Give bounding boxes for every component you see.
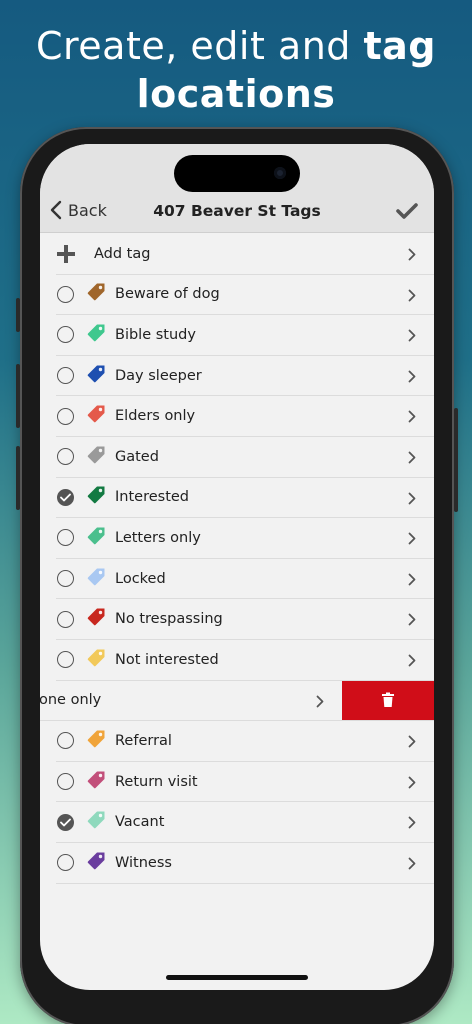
chevron-right-icon — [408, 735, 416, 748]
tag-label: Gated — [115, 448, 159, 465]
tag-row[interactable]: Not interested — [56, 640, 434, 681]
tag-row[interactable]: Letters only — [56, 518, 434, 559]
radio-unchecked[interactable] — [57, 610, 74, 628]
radio-checked[interactable] — [57, 813, 74, 831]
checkmark-icon — [396, 203, 418, 219]
done-button[interactable] — [396, 202, 418, 224]
camera-icon — [274, 167, 286, 179]
tag-row-swiped[interactable]: one only — [40, 680, 434, 722]
phone-volume-up — [16, 364, 20, 428]
promo-line1-bold: tag — [363, 24, 437, 68]
tag-row[interactable]: Beware of dog — [56, 275, 434, 316]
chevron-right-icon — [408, 492, 416, 504]
tag-icon — [87, 852, 105, 870]
chevron-right-icon — [408, 410, 416, 423]
tag-row[interactable]: Interested — [56, 478, 434, 519]
chevron-right-icon — [408, 532, 416, 545]
tag-icon — [87, 365, 105, 382]
chevron-right-icon — [408, 248, 416, 261]
phone-power-button — [454, 408, 458, 512]
radio-unchecked[interactable] — [57, 326, 74, 344]
tag-icon — [87, 568, 105, 585]
chevron-right-icon — [408, 613, 416, 626]
tag-row[interactable]: Return visit — [56, 762, 434, 803]
chevron-right-icon — [408, 857, 416, 870]
radio-unchecked[interactable] — [57, 529, 74, 547]
tag-row[interactable]: Locked — [56, 559, 434, 600]
tag-icon — [87, 608, 105, 626]
add-tag-row[interactable]: Add tag — [56, 234, 434, 275]
radio-unchecked[interactable] — [57, 570, 74, 588]
tag-row[interactable]: Referral — [56, 721, 434, 762]
radio-unchecked[interactable] — [57, 407, 74, 425]
tag-row[interactable]: Elders only — [56, 396, 434, 437]
tag-label: Witness — [115, 854, 172, 871]
chevron-right-icon — [408, 573, 416, 586]
radio-unchecked[interactable] — [57, 448, 74, 466]
tag-list: Add tag Beware of dog Bible study Day slee… — [40, 234, 434, 884]
tag-icon — [87, 283, 105, 301]
trash-icon — [382, 692, 394, 708]
chevron-right-icon — [408, 451, 416, 464]
delete-button[interactable] — [342, 680, 434, 721]
home-indicator — [166, 975, 308, 980]
tag-label: Elders only — [115, 408, 196, 425]
tag-row[interactable]: Gated — [56, 437, 434, 478]
radio-unchecked[interactable] — [57, 773, 74, 791]
page-title: 407 Beaver St Tags — [153, 202, 321, 220]
tag-icon — [87, 527, 105, 545]
tag-label: Bible study — [115, 326, 196, 343]
promo-line2-bold: locations — [136, 72, 336, 116]
radio-unchecked[interactable] — [57, 367, 74, 385]
tag-label: Interested — [115, 489, 190, 506]
chevron-right-icon — [408, 654, 416, 667]
tag-label: Referral — [115, 732, 172, 749]
tag-label: one only — [40, 692, 102, 709]
chevron-right-icon — [408, 289, 416, 301]
tag-icon — [87, 811, 105, 829]
tag-label: Vacant — [115, 814, 165, 831]
radio-unchecked[interactable] — [57, 854, 74, 872]
tag-row[interactable]: Witness — [56, 843, 434, 884]
radio-unchecked[interactable] — [57, 285, 74, 303]
radio-unchecked[interactable] — [57, 651, 74, 669]
chevron-right-icon — [408, 816, 416, 829]
tag-icon — [87, 486, 105, 504]
tag-label: Return visit — [115, 773, 198, 790]
radio-unchecked[interactable] — [57, 732, 74, 750]
chevron-right-icon — [316, 695, 324, 707]
tag-icon — [87, 405, 105, 423]
tag-row[interactable]: Bible study — [56, 315, 434, 356]
tag-icon — [87, 324, 105, 342]
phone-volume-down — [16, 446, 20, 510]
tag-icon — [87, 771, 105, 788]
phone-silent-switch — [16, 298, 20, 332]
phone-screen: Back 407 Beaver St Tags Add tag Beware o… — [40, 144, 434, 990]
chevron-right-icon — [408, 370, 416, 383]
tag-icon — [87, 446, 105, 464]
plus-icon — [57, 244, 75, 263]
tag-row[interactable]: No trespassing — [56, 599, 434, 640]
tag-icon — [87, 730, 105, 748]
promo-headline: Create, edit and tag locations — [0, 22, 472, 118]
tag-row[interactable]: Vacant — [56, 802, 434, 843]
tag-label: Day sleeper — [115, 367, 202, 384]
tag-label: No trespassing — [115, 611, 223, 628]
tag-row[interactable]: Day sleeper — [56, 356, 434, 397]
tag-label: Beware of dog — [115, 286, 220, 303]
check-icon — [60, 818, 71, 827]
tag-label: Letters only — [115, 529, 201, 546]
dynamic-island — [174, 155, 300, 192]
radio-checked[interactable] — [57, 488, 74, 506]
check-icon — [60, 493, 71, 502]
chevron-right-icon — [408, 329, 416, 342]
promo-line1-text: Create, edit and — [35, 24, 364, 68]
tag-icon — [87, 649, 105, 667]
tag-label: Not interested — [115, 651, 219, 668]
add-tag-label: Add tag — [94, 245, 151, 262]
tag-label: Locked — [115, 570, 166, 587]
chevron-right-icon — [408, 776, 416, 789]
